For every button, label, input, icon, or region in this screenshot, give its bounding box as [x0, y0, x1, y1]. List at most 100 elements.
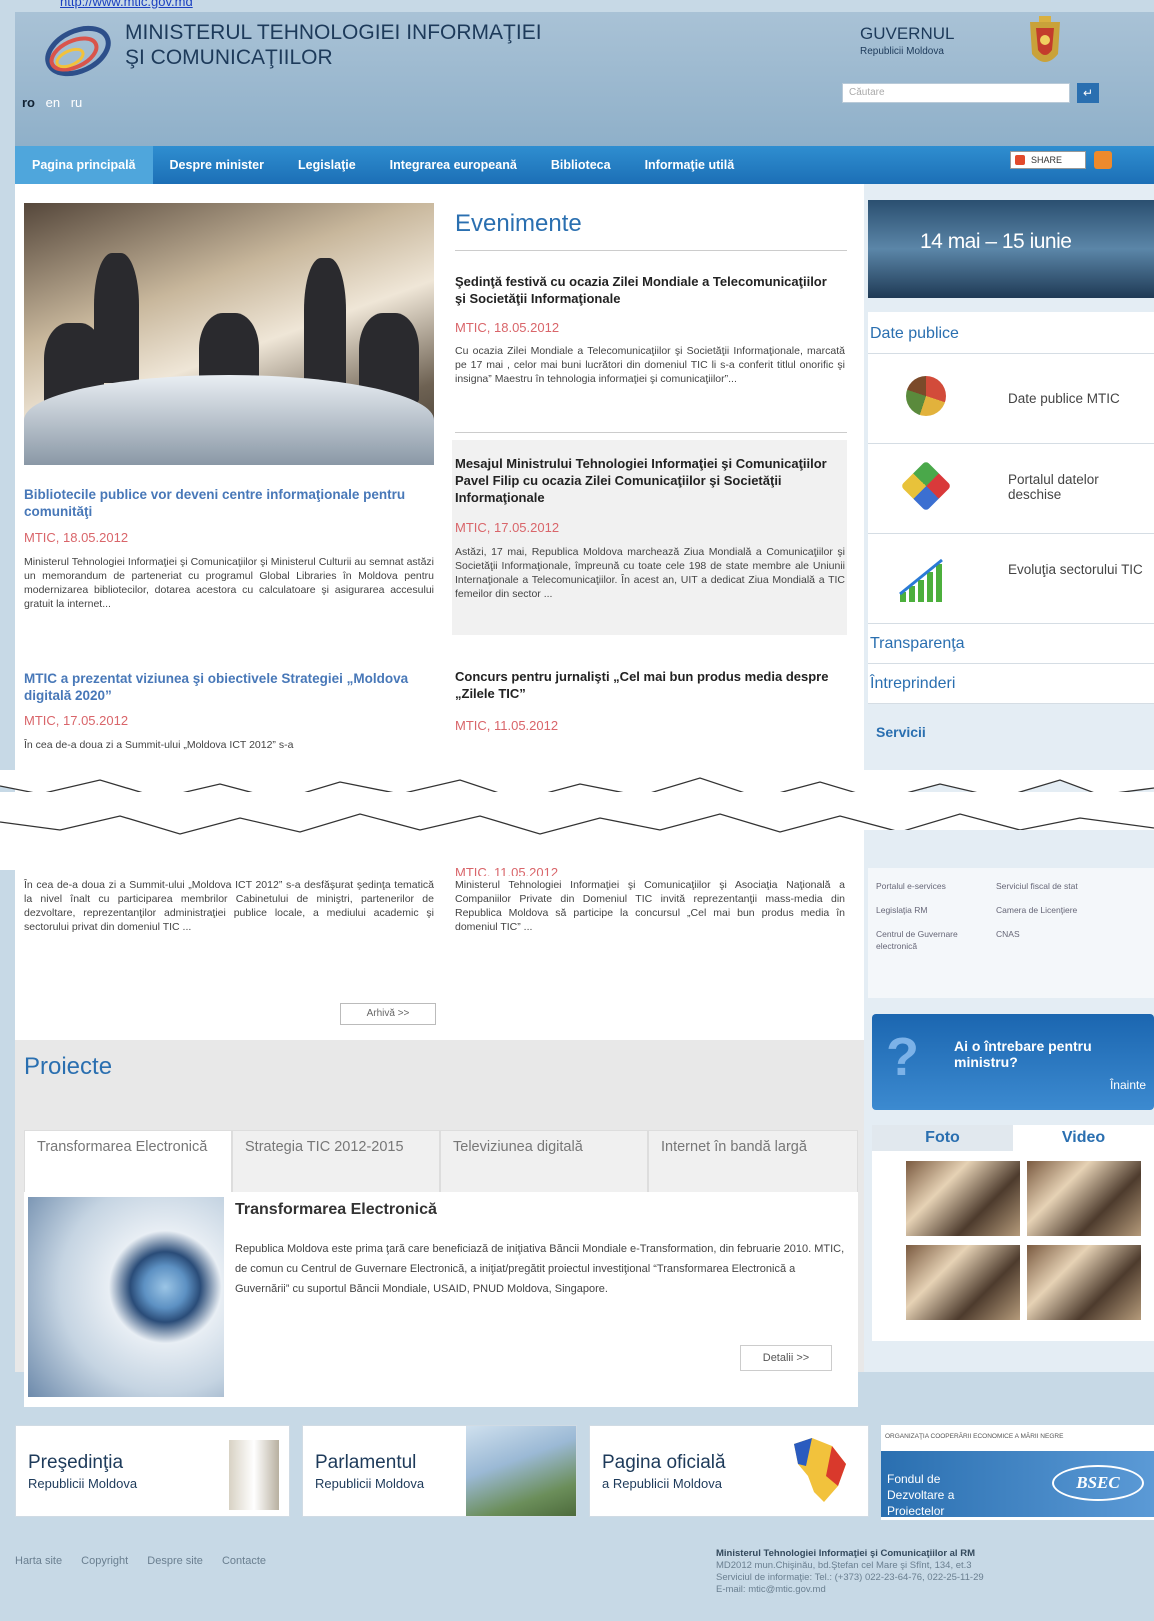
services-heading: Servicii [876, 724, 926, 740]
ministry-title: MINISTERUL TEHNOLOGIEI INFORMAŢIEI ŞI CO… [125, 20, 542, 70]
nav-useful-info[interactable]: Informaţie utilă [628, 146, 752, 184]
news-date: MTIC, 18.05.2012 [24, 530, 129, 545]
nav-home[interactable]: Pagina principală [15, 146, 153, 184]
date-publice-header[interactable]: Date publice [868, 312, 1154, 354]
gallery-thumbnail[interactable] [1027, 1245, 1141, 1320]
banner-subtitle: a Republicii Moldova [602, 1476, 722, 1491]
footer-address-line: MD2012 mun.Chişinău, bd.Ştefan cel Mare … [716, 1560, 972, 1571]
sidebar-item-label: Date publice MTIC [1008, 391, 1120, 406]
event-date-cut: MTIC, 11.05.2012 [455, 865, 559, 876]
media-tabs: Foto Video [872, 1125, 1154, 1151]
footer-links: Harta site Copyright Despre site Contact… [15, 1555, 282, 1567]
tab-ict-strategy[interactable]: Strategia TIC 2012-2015 [232, 1130, 440, 1193]
sidebar-item-date-publice-mtic[interactable]: Date publice MTIC [868, 354, 1154, 444]
event-title[interactable]: Concurs pentru jurnalişti „Cel mai bun p… [455, 668, 840, 702]
lang-ru-link[interactable]: ru [71, 95, 83, 110]
gallery-thumbnail[interactable] [1027, 1161, 1141, 1236]
enterprises-link[interactable]: Întreprinderi [868, 664, 1154, 704]
event-date: MTIC, 18.05.2012 [455, 320, 560, 335]
presidency-banner[interactable]: Preşedinţia Republicii Moldova [15, 1425, 290, 1517]
footer-org-name: Ministerul Tehnologiei Informaţiei şi Co… [716, 1548, 975, 1559]
details-button[interactable]: Detalii >> [740, 1345, 832, 1371]
gallery-thumbnail[interactable] [906, 1161, 1020, 1236]
banner-title: Parlamentul [315, 1452, 417, 1473]
footer-link-about[interactable]: Despre site [147, 1555, 203, 1567]
media-gallery [872, 1151, 1154, 1341]
footer-email-line[interactable]: E-mail: mtic@mtic.gov.md [716, 1584, 984, 1596]
cube-icon [900, 460, 952, 512]
archive-button[interactable]: Arhivă >> [340, 1003, 436, 1025]
event-title[interactable]: Mesajul Ministrului Tehnologiei Informaţ… [455, 455, 840, 506]
building-icon [229, 1440, 279, 1510]
ministry-logo[interactable] [36, 18, 118, 84]
service-link[interactable]: Legislaţia RM [876, 904, 928, 916]
news-title[interactable]: Bibliotecile publice vor deveni centre i… [24, 486, 424, 520]
nav-legislation[interactable]: Legislaţie [281, 146, 373, 184]
service-link[interactable]: Portalul e-services [876, 880, 946, 892]
footer-address: Ministerul Tehnologiei Informaţiei şi Co… [716, 1548, 984, 1596]
main-nav: Pagina principală Despre minister Legisl… [15, 146, 1154, 184]
tab-e-transformation[interactable]: Transformarea Electronică [24, 1130, 232, 1193]
tab-digital-tv[interactable]: Televiziunea digitală [440, 1130, 648, 1193]
news-photo[interactable] [24, 203, 434, 465]
events-heading: Evenimente [455, 210, 582, 237]
parliament-photo [466, 1426, 576, 1516]
ministry-title-line1: MINISTERUL TEHNOLOGIEI INFORMAŢIEI [125, 21, 542, 44]
banner-title: Preşedinţia [28, 1452, 124, 1473]
moldova-map-icon [794, 1438, 846, 1502]
footer-phone-line: Serviciul de informaţie: Tel.: (+373) 02… [716, 1572, 984, 1583]
ask-minister-text: Ai o întrebare pentru ministru? [954, 1038, 1092, 1070]
project-image [28, 1197, 224, 1397]
event-date: MTIC, 11.05.2012 [455, 718, 559, 733]
event-date: MTIC, 17.05.2012 [455, 520, 560, 535]
page-url-link[interactable]: http://www.mtic.gov.md [60, 0, 193, 9]
pie-chart-icon [906, 376, 946, 416]
event-banner[interactable]: 14 mai – 15 iunie [868, 200, 1154, 298]
government-link[interactable]: GUVERNUL Republicii Moldova [860, 24, 954, 57]
share-button[interactable]: SHARE [1010, 151, 1086, 169]
service-link[interactable]: Camera de Licenţiere [996, 904, 1077, 916]
search-submit-icon[interactable]: ↵ [1077, 83, 1099, 103]
event-title[interactable]: Şedinţă festivă cu ocazia Zilei Mondiale… [455, 273, 840, 307]
sidebar-item-label: Portalul datelor deschise [1008, 472, 1099, 502]
tab-broadband[interactable]: Internet în bandă largă [648, 1130, 858, 1193]
sidebar-item-ict-evolution[interactable]: Evoluţia sectorului TIC [868, 534, 1154, 624]
lang-en-link[interactable]: en [46, 95, 60, 110]
news-date: MTIC, 17.05.2012 [24, 713, 129, 728]
transparency-link[interactable]: Transparenţa [868, 624, 1154, 664]
gallery-thumbnail[interactable] [906, 1245, 1020, 1320]
service-link[interactable]: Centrul de Guvernare electronică [876, 928, 986, 952]
search-input[interactable]: Căutare [842, 83, 1070, 103]
bsec-logo: BSEC [1052, 1465, 1144, 1501]
service-link[interactable]: Serviciul fiscal de stat [996, 880, 1078, 892]
sidebar-item-label: Evoluţia sectorului TIC [1008, 562, 1143, 577]
footer-link-sitemap[interactable]: Harta site [15, 1555, 62, 1567]
banner-text: 14 mai – 15 iunie [920, 230, 1072, 253]
ask-minister-link[interactable]: Înainte [1110, 1078, 1146, 1092]
coat-of-arms-icon [1030, 16, 1060, 62]
bsec-banner[interactable]: ORGANIZAŢIA COOPERĂRII ECONOMICE A MĂRII… [881, 1425, 1154, 1520]
official-page-banner[interactable]: Pagina oficială a Republicii Moldova [589, 1425, 869, 1517]
torn-page-break [0, 770, 1154, 870]
banner-subtitle: Republicii Moldova [315, 1476, 425, 1491]
banner-title: Pagina oficială [602, 1452, 726, 1473]
project-title: Transformarea Electronică [235, 1201, 437, 1218]
tab-foto[interactable]: Foto [872, 1125, 1013, 1151]
lang-ro-link[interactable]: ro [22, 95, 35, 110]
news-summary-cut: În cea de-a doua zi a Summit-ului „Moldo… [24, 739, 294, 751]
nav-about[interactable]: Despre minister [153, 146, 281, 184]
nav-eu-integration[interactable]: Integrarea europeană [373, 146, 534, 184]
service-link[interactable]: CNAS [996, 928, 1020, 940]
footer-link-contact[interactable]: Contacte [222, 1555, 266, 1567]
parliament-banner[interactable]: Parlamentul Republicii Moldova [302, 1425, 577, 1517]
transparency-label: Transparenţa [870, 635, 965, 652]
nav-library[interactable]: Biblioteca [534, 146, 628, 184]
tab-video[interactable]: Video [1013, 1125, 1154, 1151]
ask-minister-banner[interactable]: ? Ai o întrebare pentru ministru? Înaint… [872, 1014, 1154, 1110]
footer-link-copyright[interactable]: Copyright [81, 1555, 128, 1567]
projects-heading: Proiecte [24, 1053, 113, 1080]
news-title[interactable]: MTIC a prezentat viziunea şi obiectivele… [24, 670, 434, 704]
rss-icon[interactable] [1094, 151, 1112, 169]
event-summary: Astăzi, 17 mai, Republica Moldova marche… [455, 546, 845, 600]
sidebar-item-open-data-portal[interactable]: Portalul datelor deschise [868, 444, 1154, 534]
